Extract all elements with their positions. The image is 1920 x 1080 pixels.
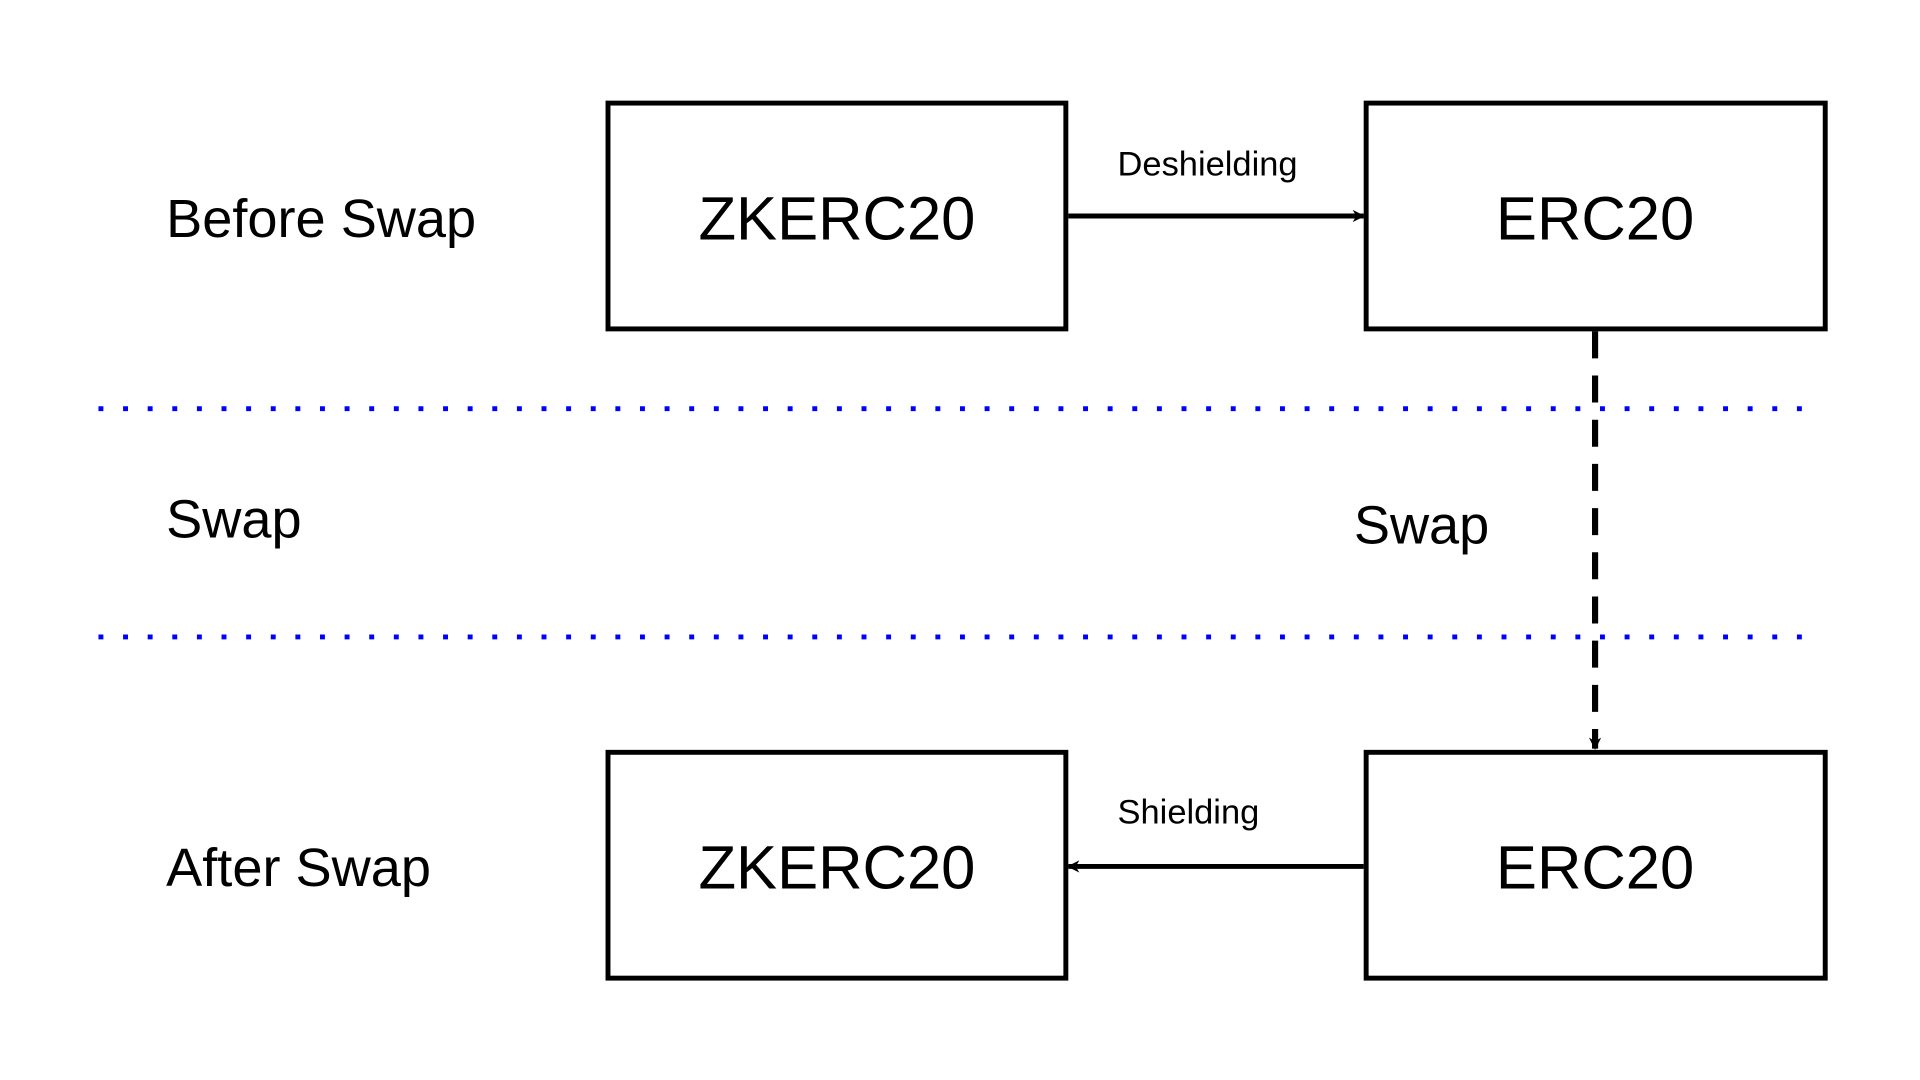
box-label: ERC20 xyxy=(1496,834,1694,903)
row-label-before: Before Swap xyxy=(166,189,476,249)
swap-flow-diagram: Before Swap Swap After Swap ZKERC20 ERC2… xyxy=(98,100,1828,981)
box-before-zkerc20: ZKERC20 xyxy=(605,100,1069,332)
box-before-erc20: ERC20 xyxy=(1363,100,1828,332)
box-label: ERC20 xyxy=(1496,184,1694,253)
box-after-erc20: ERC20 xyxy=(1363,749,1828,981)
box-label: ZKERC20 xyxy=(698,834,975,903)
row-label-swap: Swap xyxy=(166,490,301,550)
shielding-label: Shielding xyxy=(1118,794,1260,832)
deshielding-label: Deshielding xyxy=(1118,146,1298,184)
box-after-zkerc20: ZKERC20 xyxy=(605,749,1069,981)
row-label-after: After Swap xyxy=(166,838,431,898)
swap-label: Swap xyxy=(1354,496,1489,556)
box-label: ZKERC20 xyxy=(698,184,975,253)
